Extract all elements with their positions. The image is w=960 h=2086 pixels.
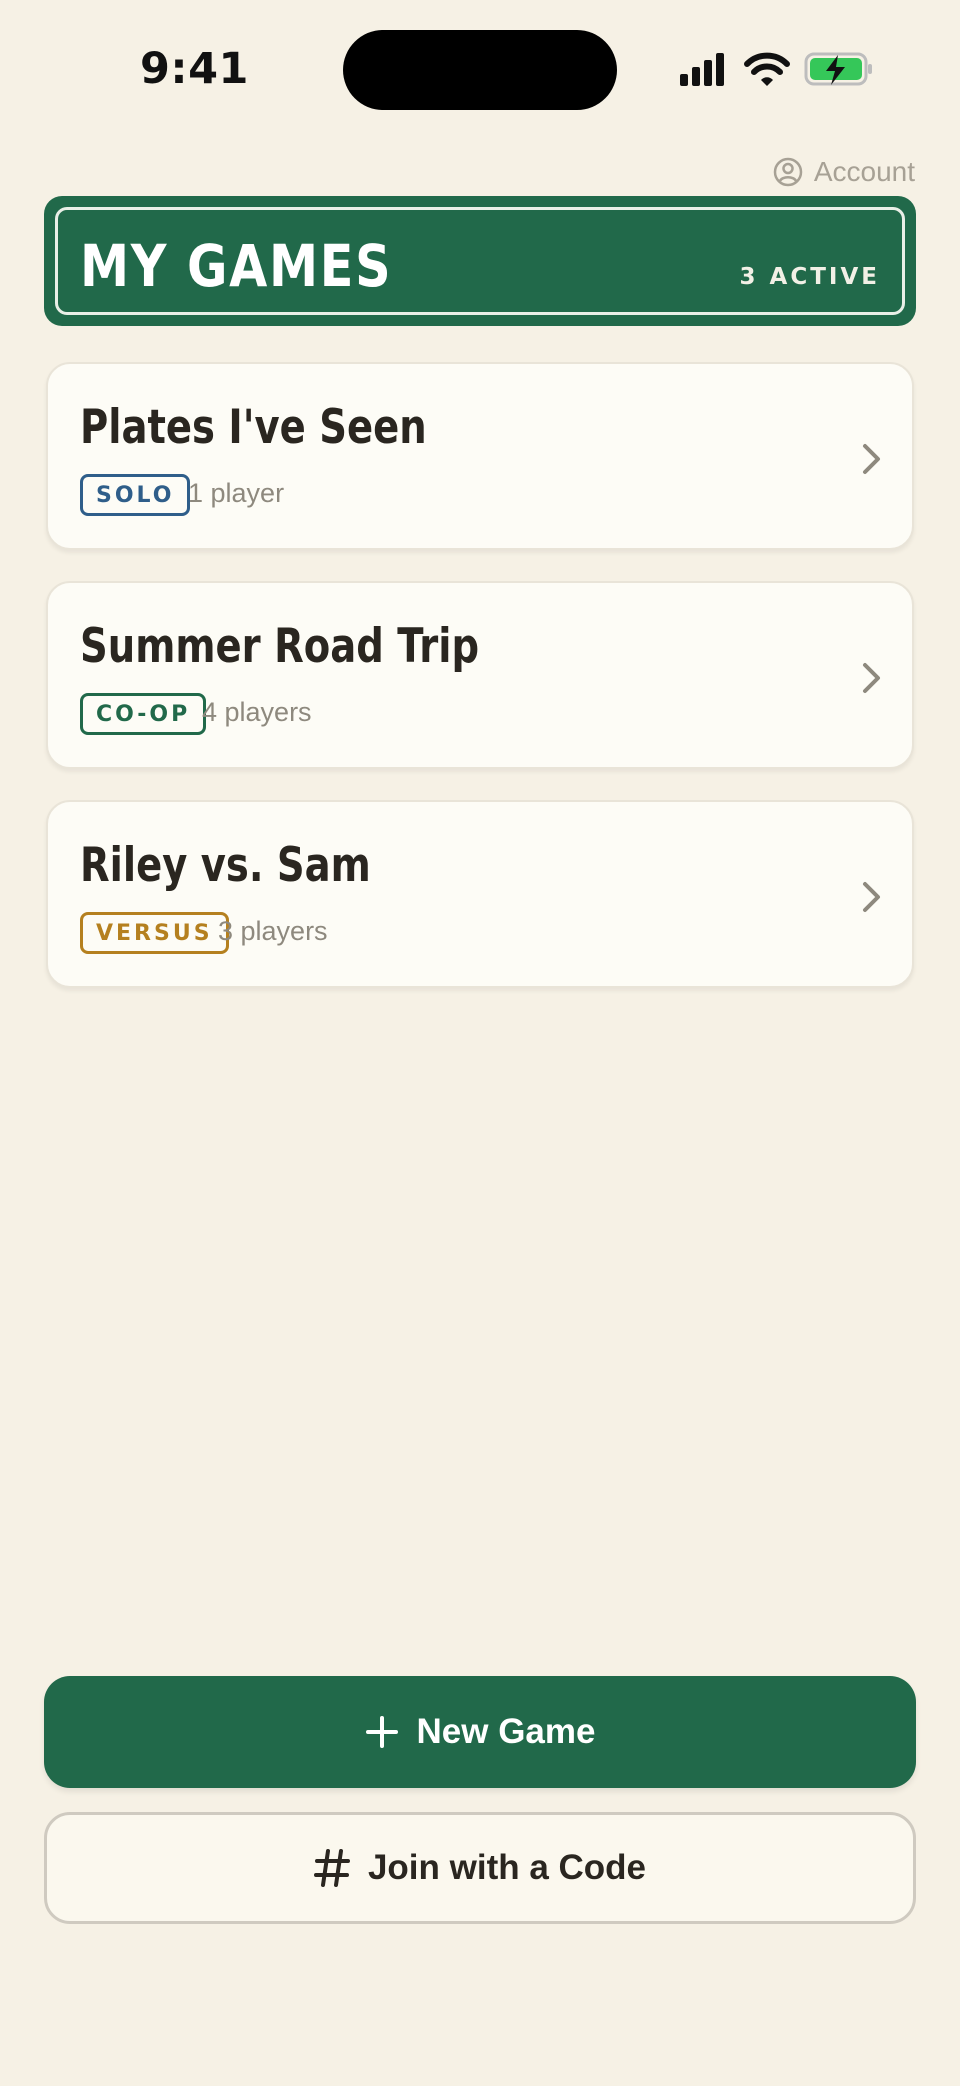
game-title: Summer Road Trip — [80, 619, 480, 674]
game-card-riley-vs-sam[interactable]: Riley vs. Sam VERSUS 3 players — [46, 800, 914, 988]
battery-charging-icon — [804, 52, 872, 86]
new-game-button[interactable]: New Game — [44, 1676, 916, 1788]
account-label: Account — [813, 156, 915, 187]
signal-icon — [680, 53, 724, 86]
my-games-header: MY GAMES 3 ACTIVE — [44, 196, 916, 326]
status-time: 9:41 — [140, 44, 249, 94]
mode-badge-coop: CO-OP — [80, 693, 207, 735]
header-frame: MY GAMES 3 ACTIVE — [55, 207, 905, 315]
game-title: Plates I've Seen — [80, 400, 427, 455]
status-bar: 9:41 — [0, 0, 960, 140]
person-circle-icon — [773, 157, 803, 187]
game-card-plates-ive-seen[interactable]: Plates I've Seen SOLO 1 player — [46, 362, 914, 550]
chevron-right-icon — [863, 882, 880, 912]
player-count: 4 players — [202, 697, 312, 727]
account-link[interactable]: Account — [772, 152, 915, 192]
mode-badge-solo: SOLO — [80, 474, 191, 516]
game-title: Riley vs. Sam — [80, 838, 371, 893]
chevron-right-icon — [863, 444, 880, 474]
dynamic-island — [343, 30, 617, 110]
mode-badge-versus: VERSUS — [80, 912, 229, 954]
page-title: MY GAMES — [80, 232, 393, 300]
player-count: 3 players — [218, 916, 328, 946]
wifi-icon — [744, 52, 790, 86]
join-with-code-button[interactable]: Join with a Code — [44, 1812, 916, 1924]
game-card-summer-road-trip[interactable]: Summer Road Trip CO-OP 4 players — [46, 581, 914, 769]
active-count-label: 3 ACTIVE — [739, 264, 880, 290]
hash-icon — [313, 1849, 350, 1887]
chevron-right-icon — [863, 663, 880, 693]
new-game-label: New Game — [416, 1712, 596, 1751]
plus-icon — [365, 1716, 398, 1748]
player-count: 1 player — [188, 478, 285, 508]
join-with-code-label: Join with a Code — [367, 1848, 647, 1887]
